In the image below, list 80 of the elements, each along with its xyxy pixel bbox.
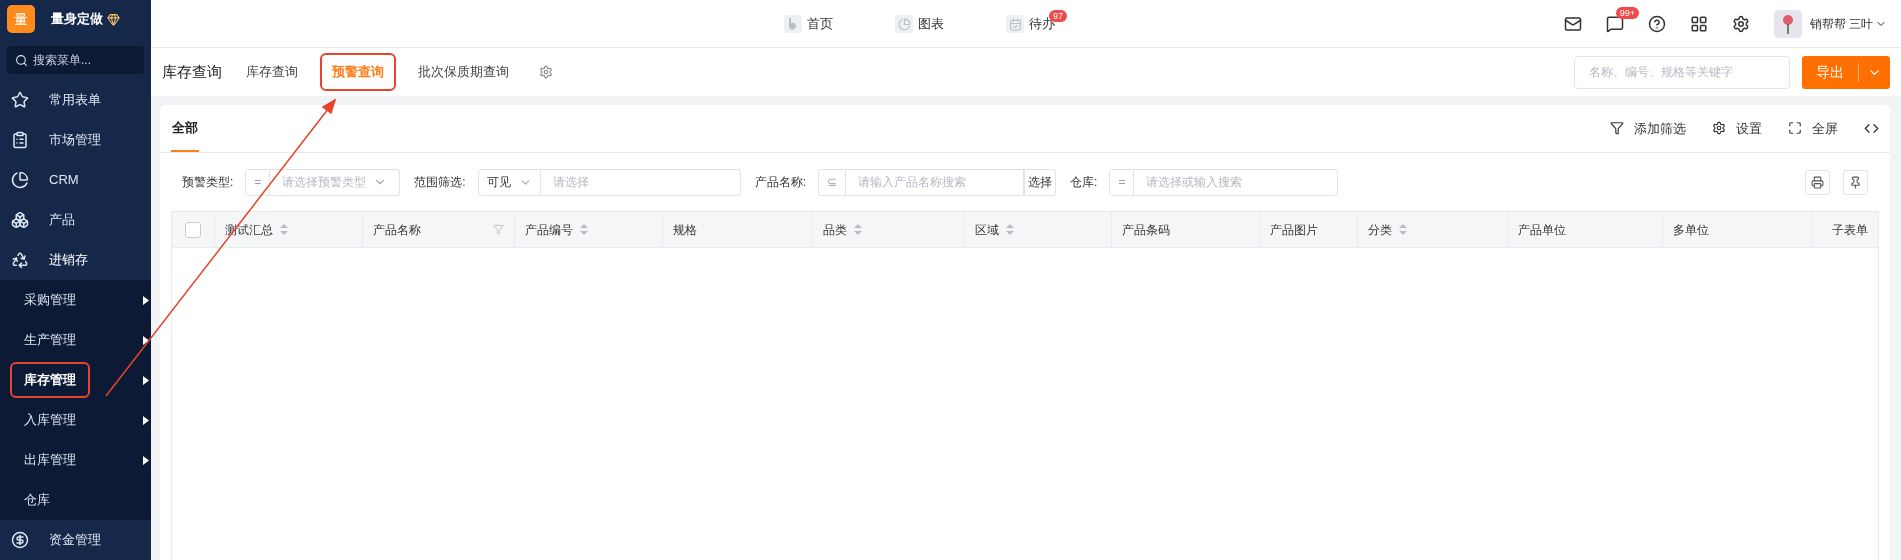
submenu-item[interactable]: 库存管理: [10, 362, 90, 398]
star-icon: [11, 91, 29, 109]
sort-icon: [1399, 224, 1407, 235]
column-header[interactable]: 分类: [1358, 212, 1508, 247]
logo: 量: [7, 5, 35, 33]
filter-label: 范围筛选:: [414, 174, 466, 191]
submenu-item[interactable]: 采购管理: [10, 282, 90, 318]
page-tab[interactable]: 批次保质期查询: [406, 53, 521, 91]
column-header[interactable]: 品类: [813, 212, 965, 247]
user-menu[interactable]: 销帮帮 三叶: [1809, 14, 1887, 33]
column-header[interactable]: 产品图片: [1260, 212, 1358, 247]
column-header[interactable]: 区域: [965, 212, 1112, 247]
sidebar-item[interactable]: CRM: [0, 160, 151, 200]
caret-right-icon: [143, 455, 149, 465]
submenu-item[interactable]: 生产管理: [10, 322, 90, 358]
sidebar-item[interactable]: 进销存: [0, 240, 151, 280]
keyword-search-field[interactable]: 名称、编号、规格等关键字: [1574, 55, 1790, 89]
mail-icon[interactable]: [1563, 14, 1582, 33]
toolbar-action[interactable]: 添加筛选: [1610, 118, 1686, 138]
filter-label: 预警类型:: [182, 174, 234, 191]
printer-icon: [1811, 175, 1824, 189]
b-icon: [784, 15, 802, 33]
sidebar-item[interactable]: 常用表单: [0, 80, 151, 120]
column-header[interactable]: 规格: [663, 212, 813, 247]
column-header[interactable]: 多单位: [1663, 212, 1812, 247]
column-header[interactable]: 产品条码: [1112, 212, 1260, 247]
submenu-item[interactable]: 入库管理: [10, 402, 90, 438]
help-icon[interactable]: [1647, 14, 1666, 33]
filter-icon: [1610, 121, 1624, 136]
sort-icon: [280, 224, 288, 235]
grid-icon[interactable]: [1689, 14, 1708, 33]
select-all-checkbox[interactable]: [185, 221, 201, 238]
settings-icon: [1712, 121, 1726, 136]
submenu-item[interactable]: 出库管理: [10, 442, 90, 478]
card-tab[interactable]: 全部: [171, 117, 199, 152]
filter-label: 仓库:: [1070, 174, 1098, 191]
pin-button[interactable]: [1843, 169, 1868, 195]
caret-right-icon: [143, 415, 149, 425]
column-header[interactable]: 产品单位: [1508, 212, 1663, 247]
column-header[interactable]: 子表单: [1812, 212, 1878, 247]
column-header[interactable]: 产品编号: [515, 212, 663, 247]
settings-icon[interactable]: [1731, 14, 1750, 33]
brand-name: 量身定做: [51, 10, 103, 29]
cycle-icon: [11, 251, 29, 269]
page-title: 库存查询: [162, 61, 222, 82]
sort-icon: [854, 224, 862, 235]
coin-icon: [11, 531, 29, 549]
pin-icon: [1849, 175, 1862, 189]
sort-icon: [1006, 224, 1014, 235]
top-nav-link[interactable]: 图表: [895, 14, 944, 34]
diamond-icon: [107, 12, 120, 26]
top-nav-link[interactable]: 首页: [784, 14, 833, 34]
pie-icon: [895, 15, 913, 33]
calendar-icon: [1006, 15, 1024, 33]
count-badge: 99+: [1615, 6, 1639, 19]
chat-icon[interactable]: [1605, 14, 1624, 33]
sidebar-item[interactable]: 市场管理: [0, 120, 151, 160]
choose-button[interactable]: 选择: [1024, 168, 1057, 196]
search-icon: [15, 54, 28, 67]
avatar[interactable]: [1773, 9, 1802, 38]
filter-icon: [493, 224, 504, 235]
filter-label: 产品名称:: [754, 174, 807, 191]
page-tab[interactable]: 库存查询: [234, 53, 310, 91]
operator-select[interactable]: 可见: [477, 168, 541, 196]
pie-chart-icon: [11, 171, 29, 189]
sort-icon: [580, 224, 588, 235]
submenu-item[interactable]: 仓库: [10, 482, 64, 518]
sidebar-item[interactable]: 产品: [0, 200, 151, 240]
print-button[interactable]: [1805, 169, 1830, 195]
caret-right-icon: [143, 295, 149, 305]
clipboard-icon: [11, 131, 29, 149]
fullscreen-icon: [1788, 121, 1802, 136]
sidebar-item[interactable]: 资金管理: [0, 520, 151, 560]
caret-right-icon: [143, 335, 149, 345]
column-header[interactable]: 产品名称: [363, 212, 515, 247]
caret-right-icon: [143, 375, 149, 385]
toolbar-action[interactable]: 全屏: [1788, 118, 1838, 138]
menu-search-field[interactable]: 搜索菜单...: [7, 46, 144, 74]
toolbar-action[interactable]: 设置: [1712, 118, 1762, 138]
boxes-icon: [11, 211, 29, 229]
